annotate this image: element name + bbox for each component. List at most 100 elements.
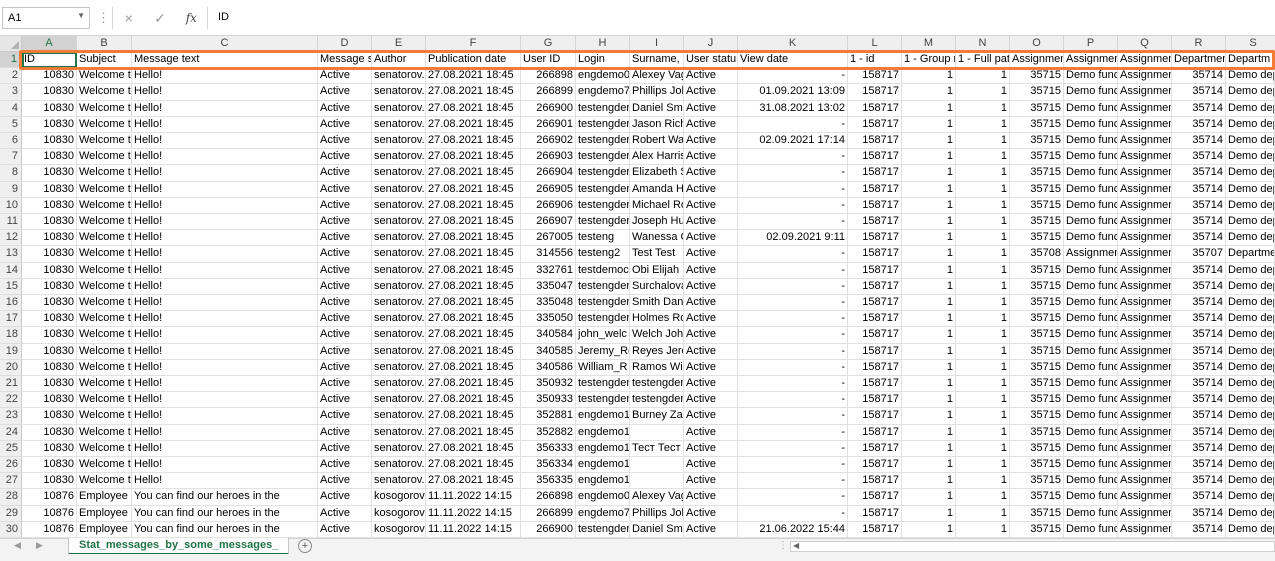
table-cell[interactable]: Demo dep (1226, 473, 1275, 490)
table-cell[interactable]: Phillips Joh (630, 505, 684, 522)
table-cell[interactable]: 35715 (1010, 100, 1064, 117)
table-cell[interactable]: Assignmen (1118, 440, 1172, 457)
table-cell[interactable]: 27.08.2021 18:45 (426, 311, 521, 328)
table-cell[interactable]: 35714 (1172, 473, 1226, 490)
table-cell[interactable]: Active (318, 521, 372, 538)
table-cell[interactable]: Welcome t (77, 230, 132, 247)
table-cell[interactable]: Active (684, 165, 738, 182)
table-cell[interactable]: Active (684, 376, 738, 393)
table-cell[interactable]: 1 (902, 408, 956, 425)
table-cell[interactable]: 1 (956, 408, 1010, 425)
table-cell[interactable]: 340586 (521, 359, 576, 376)
table-cell[interactable]: Hello! (132, 100, 318, 117)
table-cell[interactable]: Active (318, 68, 372, 85)
table-cell[interactable]: 1 (902, 489, 956, 506)
table-cell[interactable]: 31.08.2021 13:02 (738, 100, 848, 117)
table-cell[interactable]: Hello! (132, 246, 318, 263)
table-cell[interactable]: 35715 (1010, 473, 1064, 490)
table-cell[interactable]: 27.08.2021 18:45 (426, 84, 521, 101)
table-cell[interactable]: 10830 (22, 230, 77, 247)
table-cell[interactable]: 35715 (1010, 376, 1064, 393)
table-cell[interactable]: You can find our heroes in the (132, 489, 318, 506)
table-cell[interactable]: 1 (956, 149, 1010, 166)
table-cell[interactable]: 10830 (22, 68, 77, 85)
table-cell[interactable]: 10830 (22, 424, 77, 441)
column-header-b[interactable]: B (77, 36, 132, 52)
table-cell[interactable]: 35714 (1172, 181, 1226, 198)
table-cell[interactable]: 35714 (1172, 408, 1226, 425)
table-cell[interactable]: Demo func (1064, 68, 1118, 85)
table-cell[interactable]: Demo func (1064, 214, 1118, 231)
header-cell[interactable]: Author (372, 52, 426, 69)
table-cell[interactable]: 35714 (1172, 359, 1226, 376)
table-cell[interactable]: Hello! (132, 408, 318, 425)
table-cell[interactable]: You can find our heroes in the (132, 505, 318, 522)
table-cell[interactable]: Active (318, 327, 372, 344)
table-cell[interactable]: 335047 (521, 278, 576, 295)
table-cell[interactable]: Welcome t (77, 214, 132, 231)
table-cell[interactable]: Active (318, 408, 372, 425)
table-cell[interactable]: senatorov. (372, 165, 426, 182)
row-header[interactable]: 26 (0, 457, 22, 474)
table-cell[interactable]: Active (318, 489, 372, 506)
table-cell[interactable]: engdemo7 (576, 84, 630, 101)
table-cell[interactable]: Active (318, 181, 372, 198)
table-cell[interactable]: Assignmen (1118, 505, 1172, 522)
tab-splitter-icon[interactable]: ⋮ (778, 540, 788, 551)
table-cell[interactable]: Jason Rich (630, 116, 684, 133)
table-cell[interactable]: Obi Elijah (630, 262, 684, 279)
table-cell[interactable]: Demo func (1064, 343, 1118, 360)
table-cell[interactable]: senatorov. (372, 440, 426, 457)
column-header-i[interactable]: I (630, 36, 684, 52)
table-cell[interactable]: 27.08.2021 18:45 (426, 262, 521, 279)
table-cell[interactable]: Active (684, 278, 738, 295)
table-cell[interactable]: 10830 (22, 392, 77, 409)
table-cell[interactable]: kosogorov (372, 505, 426, 522)
enter-icon[interactable]: ✓ (144, 10, 175, 27)
table-cell[interactable]: 27.08.2021 18:45 (426, 440, 521, 457)
table-cell[interactable]: kosogorov (372, 521, 426, 538)
table-cell[interactable]: 1 (956, 68, 1010, 85)
table-cell[interactable]: William_R (576, 359, 630, 376)
table-cell[interactable]: 35714 (1172, 392, 1226, 409)
table-cell[interactable]: 11.11.2022 14:15 (426, 505, 521, 522)
column-header-k[interactable]: K (738, 36, 848, 52)
table-cell[interactable]: Demo func (1064, 197, 1118, 214)
table-cell[interactable]: Assignmen (1118, 230, 1172, 247)
table-cell[interactable]: 35715 (1010, 343, 1064, 360)
table-cell[interactable]: Demo func (1064, 165, 1118, 182)
header-cell[interactable]: 1 - Full pat (956, 52, 1010, 69)
row-header[interactable]: 13 (0, 246, 22, 263)
name-box[interactable]: A1 ▼ (2, 7, 90, 29)
table-cell[interactable]: 1 (902, 473, 956, 490)
table-cell[interactable]: Welch Joh (630, 327, 684, 344)
table-cell[interactable]: - (738, 505, 848, 522)
table-cell[interactable]: Assignmen (1118, 68, 1172, 85)
table-cell[interactable]: Assignmen (1118, 424, 1172, 441)
table-cell[interactable]: Active (684, 392, 738, 409)
table-cell[interactable]: Assignmen (1118, 295, 1172, 312)
table-cell[interactable]: Hello! (132, 278, 318, 295)
table-cell[interactable]: Demo func (1064, 376, 1118, 393)
table-cell[interactable]: Welcome t (77, 408, 132, 425)
table-cell[interactable]: Demo func (1064, 295, 1118, 312)
table-cell[interactable]: Assignmen (1118, 262, 1172, 279)
column-header-o[interactable]: O (1010, 36, 1064, 52)
table-cell[interactable]: senatorov. (372, 311, 426, 328)
table-cell[interactable]: testengder (576, 116, 630, 133)
table-cell[interactable]: senatorov. (372, 408, 426, 425)
table-cell[interactable]: 35715 (1010, 149, 1064, 166)
header-cell[interactable]: Subject (77, 52, 132, 69)
table-cell[interactable]: Active (318, 214, 372, 231)
table-cell[interactable]: 35715 (1010, 214, 1064, 231)
table-cell[interactable]: 1 (902, 359, 956, 376)
header-cell[interactable]: Assignmen (1010, 52, 1064, 69)
table-cell[interactable]: 02.09.2021 9:11 (738, 230, 848, 247)
table-cell[interactable]: 27.08.2021 18:45 (426, 165, 521, 182)
table-cell[interactable]: Welcome t (77, 392, 132, 409)
table-cell[interactable]: 35715 (1010, 424, 1064, 441)
table-cell[interactable]: Welcome t (77, 457, 132, 474)
table-cell[interactable]: 35714 (1172, 116, 1226, 133)
row-header[interactable]: 22 (0, 392, 22, 409)
table-cell[interactable]: testeng2 (576, 246, 630, 263)
